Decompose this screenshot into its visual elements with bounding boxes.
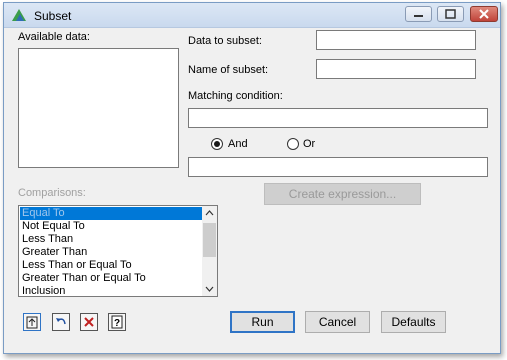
run-button[interactable]: Run — [230, 311, 295, 333]
available-data-label: Available data: — [18, 31, 90, 43]
title-bar[interactable]: Subset — [4, 3, 500, 28]
list-item[interactable]: Greater Than — [20, 246, 87, 259]
name-of-subset-field[interactable] — [316, 59, 476, 79]
expression-field[interactable] — [188, 157, 488, 177]
data-to-subset-label: Data to subset: — [188, 35, 262, 47]
undo-icon — [56, 318, 66, 325]
matching-condition-field[interactable] — [188, 108, 488, 128]
app-logo-icon — [12, 9, 26, 21]
list-item[interactable]: Inclusion — [20, 285, 65, 298]
scroll-up-icon — [205, 210, 214, 216]
list-item[interactable]: Less Than or Equal To — [20, 259, 132, 272]
clear-x-icon — [84, 317, 94, 327]
comparisons-label: Comparisons: — [18, 187, 86, 199]
list-item[interactable]: Greater Than or Equal To — [20, 272, 146, 285]
or-label: Or — [303, 138, 316, 150]
window-title: Subset — [34, 9, 72, 23]
maximize-icon — [445, 9, 456, 19]
help-button[interactable]: ? — [108, 313, 126, 331]
scroll-thumb[interactable] — [203, 223, 216, 257]
name-of-subset-label: Name of subset: — [188, 64, 269, 76]
svg-text:?: ? — [114, 318, 120, 329]
comparisons-list[interactable]: Equal To Not Equal To Less Than Greater … — [18, 205, 218, 297]
create-expression-button[interactable]: Create expression... — [264, 183, 421, 205]
close-icon — [479, 9, 489, 19]
clipboard-arrow-icon — [26, 316, 38, 329]
list-item[interactable]: Equal To — [20, 207, 202, 220]
maximize-button[interactable] — [437, 6, 464, 22]
and-radio[interactable] — [211, 138, 223, 150]
minimize-button[interactable] — [405, 6, 432, 22]
and-label: And — [228, 138, 248, 150]
list-item[interactable]: Not Equal To — [20, 220, 85, 233]
clear-button[interactable] — [80, 313, 98, 331]
or-radio[interactable] — [287, 138, 299, 150]
undo-button[interactable] — [52, 313, 70, 331]
defaults-button[interactable]: Defaults — [381, 311, 446, 333]
available-data-list[interactable] — [18, 48, 179, 168]
list-item[interactable]: Less Than — [20, 233, 73, 246]
comparisons-scrollbar[interactable] — [202, 206, 217, 296]
scroll-down-icon — [205, 286, 214, 292]
send-to-spreadsheet-button[interactable] — [23, 313, 41, 331]
subset-dialog: Subset Available data: Comparisons: Equa… — [3, 2, 501, 354]
cancel-button[interactable]: Cancel — [305, 311, 370, 333]
close-window-button[interactable] — [470, 6, 498, 22]
matching-condition-label: Matching condition: — [188, 90, 283, 102]
data-to-subset-field[interactable] — [316, 30, 476, 50]
minimize-icon — [414, 15, 423, 17]
help-icon: ? — [111, 315, 123, 329]
